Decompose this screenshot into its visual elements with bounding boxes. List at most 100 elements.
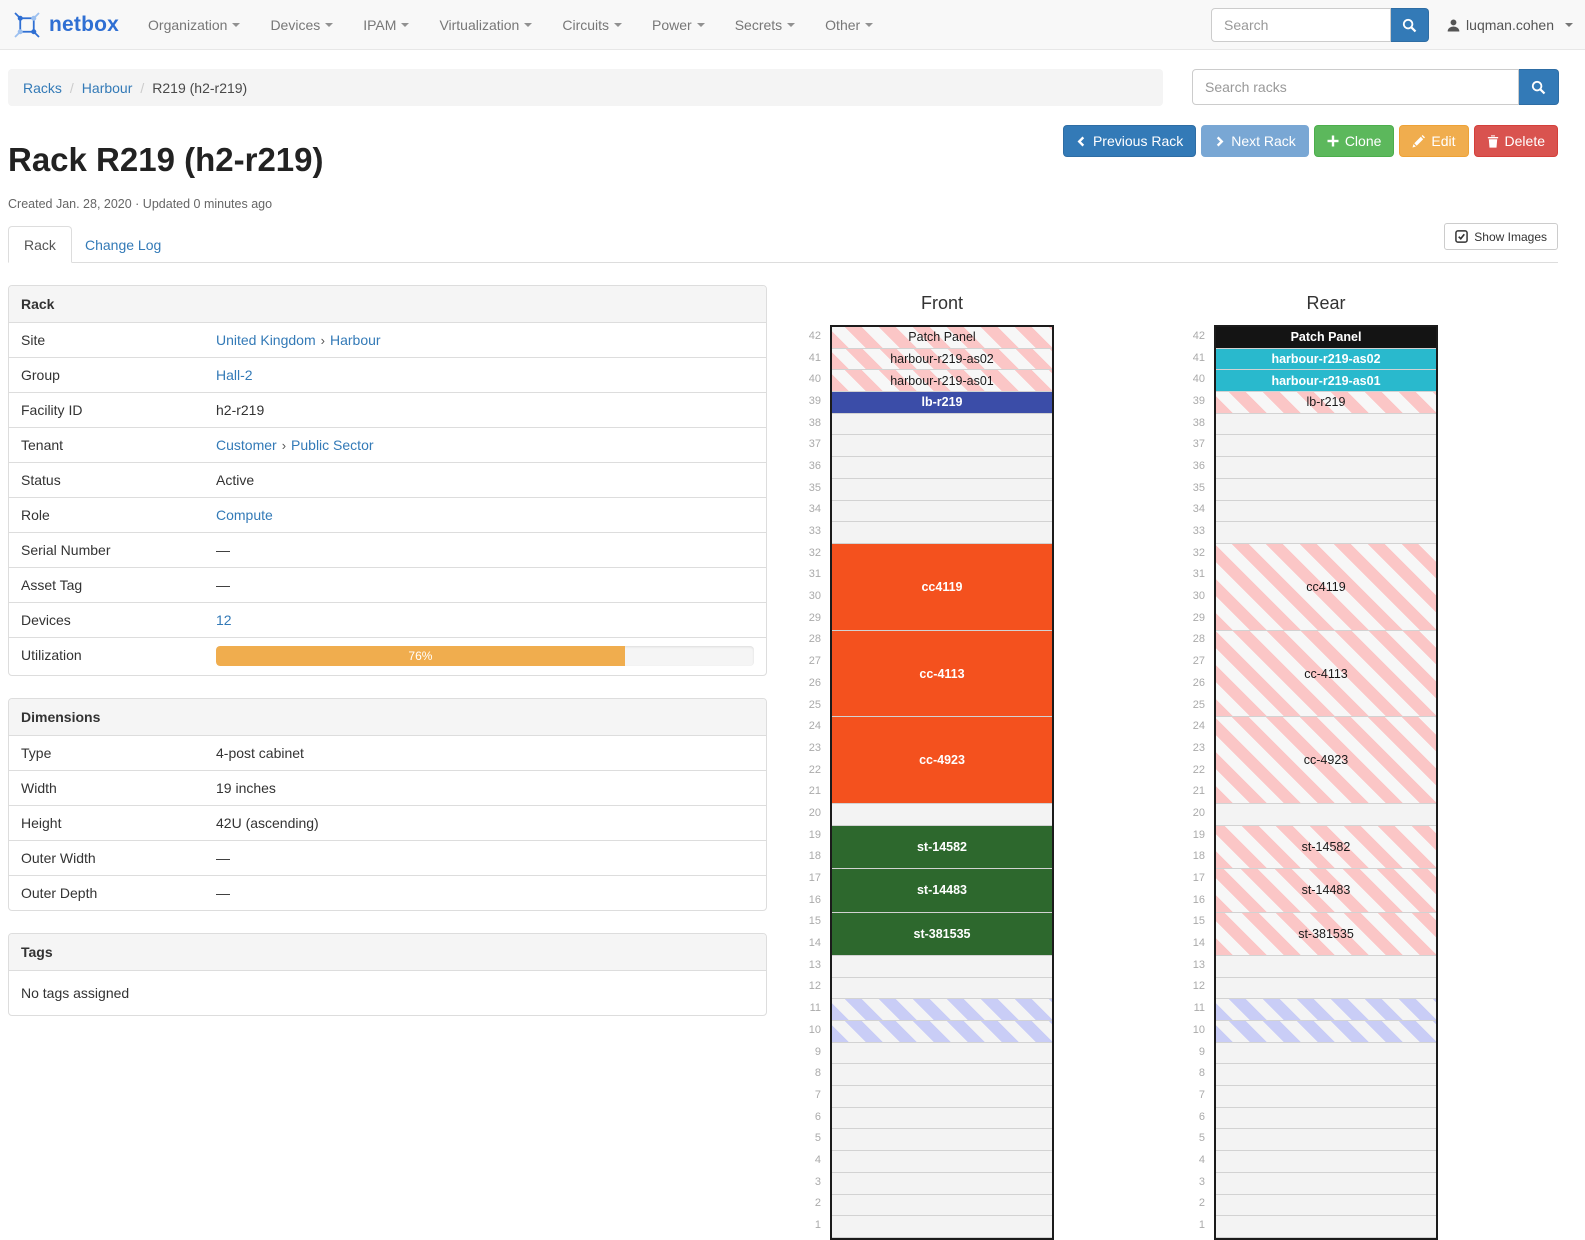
rack-unit-empty (832, 414, 1052, 436)
attr-value-link[interactable]: United Kingdom (216, 332, 316, 348)
navbar-right: luqman.cohen (1211, 0, 1573, 50)
search-icon (1531, 80, 1546, 95)
tab-change-log[interactable]: Change Log (70, 226, 176, 263)
attr-value-link[interactable]: Public Sector (291, 437, 373, 453)
nav-item-virtualization[interactable]: Virtualization (424, 0, 547, 50)
nav-item-power[interactable]: Power (637, 0, 720, 50)
rack-unit-empty (1216, 522, 1436, 544)
global-search-input[interactable] (1211, 8, 1391, 42)
nav-item-ipam[interactable]: IPAM (348, 0, 424, 50)
delete-button[interactable]: Delete (1474, 125, 1558, 157)
unit-number: 22 (1184, 759, 1214, 781)
rack-device[interactable]: lb-r219 (1216, 392, 1436, 414)
attr-value-text: 42U (ascending) (216, 815, 319, 831)
unit-number: 30 (800, 585, 830, 607)
unit-number: 5 (1184, 1127, 1214, 1149)
unit-number: 29 (1184, 607, 1214, 629)
unit-number: 32 (800, 542, 830, 564)
unit-number: 23 (1184, 737, 1214, 759)
attr-label: Status (9, 463, 204, 497)
pencil-icon (1412, 135, 1425, 148)
nav-item-other[interactable]: Other (810, 0, 888, 50)
breadcrumb-link[interactable]: Racks (23, 80, 62, 96)
rack-device[interactable]: cc4119 (1216, 544, 1436, 631)
rack-unit-empty (832, 978, 1052, 1000)
show-images-button[interactable]: Show Images (1444, 223, 1558, 250)
rack-unit-empty (1216, 1195, 1436, 1217)
unit-number: 24 (1184, 715, 1214, 737)
rack-reserved-unit (832, 999, 1052, 1021)
nav-item-organization[interactable]: Organization (133, 0, 255, 50)
attr-value-link[interactable]: Harbour (330, 332, 381, 348)
attr-value-text: — (216, 850, 230, 866)
rack-device[interactable]: Patch Panel (1216, 327, 1436, 349)
global-search-button[interactable] (1391, 8, 1429, 42)
chevron-down-icon (1565, 23, 1573, 27)
rack-attr-table: SiteUnited Kingdom›HarbourGroupHall-2Fac… (9, 323, 766, 675)
rack-device[interactable]: st-14483 (832, 869, 1052, 912)
unit-number: 9 (1184, 1041, 1214, 1063)
attr-value-link[interactable]: Compute (216, 507, 273, 523)
attr-value: — (204, 876, 766, 910)
chevron-right-icon (1214, 135, 1225, 148)
page-title: Rack R219 (h2-r219) (8, 141, 324, 179)
nav-item-devices[interactable]: Devices (255, 0, 348, 50)
rack-device[interactable]: st-14582 (1216, 826, 1436, 869)
attr-value-link[interactable]: 12 (216, 612, 232, 628)
edit-button[interactable]: Edit (1399, 125, 1468, 157)
rack-device[interactable]: cc-4923 (1216, 717, 1436, 804)
rack-device[interactable]: st-14582 (832, 826, 1052, 869)
unit-number: 15 (800, 911, 830, 933)
attr-value: 19 inches (204, 771, 766, 805)
breadcrumb-link[interactable]: Harbour (82, 80, 133, 96)
rack-unit-empty (832, 1043, 1052, 1065)
rack-device[interactable]: Patch Panel (832, 327, 1052, 349)
rack-device[interactable]: harbour-r219-as02 (1216, 349, 1436, 371)
rack-unit-empty (1216, 1086, 1436, 1108)
nav-item-secrets[interactable]: Secrets (720, 0, 810, 50)
tab-rack[interactable]: Rack (8, 226, 72, 263)
unit-number: 35 (1184, 477, 1214, 499)
unit-number: 18 (800, 846, 830, 868)
rack-reserved-unit (832, 1021, 1052, 1043)
unit-number: 8 (1184, 1062, 1214, 1084)
rear-elevation: Rear 42414039383736353433323130292827262… (1184, 285, 1438, 1240)
front-rack: Patch Panelharbour-r219-as02harbour-r219… (830, 325, 1054, 1240)
clone-button[interactable]: Clone (1314, 125, 1395, 157)
unit-number: 16 (1184, 889, 1214, 911)
unit-number: 14 (800, 932, 830, 954)
rack-search-button[interactable] (1519, 69, 1559, 105)
unit-number: 15 (1184, 911, 1214, 933)
netbox-logo-icon (12, 10, 42, 40)
attr-row: Outer Depth— (9, 875, 766, 910)
rack-device[interactable]: cc4119 (832, 544, 1052, 631)
unit-number: 22 (800, 759, 830, 781)
chevron-down-icon (524, 23, 532, 27)
rack-search-input[interactable] (1192, 69, 1519, 105)
rack-device[interactable]: cc-4113 (832, 631, 1052, 718)
unit-number: 26 (800, 672, 830, 694)
rack-device[interactable]: st-14483 (1216, 869, 1436, 912)
rack-device[interactable]: st-381535 (832, 913, 1052, 956)
attr-value-link[interactable]: Hall-2 (216, 367, 253, 383)
unit-number: 14 (1184, 932, 1214, 954)
attr-value: — (204, 533, 766, 567)
next-rack-button[interactable]: Next Rack (1201, 125, 1309, 157)
rack-unit-empty (832, 1108, 1052, 1130)
user-menu[interactable]: luqman.cohen (1447, 17, 1573, 33)
netbox-brand[interactable]: netbox (0, 10, 133, 40)
nav-item-circuits[interactable]: Circuits (547, 0, 637, 50)
rack-device[interactable]: st-381535 (1216, 913, 1436, 956)
attr-label: Utilization (9, 638, 204, 675)
rack-device[interactable]: cc-4113 (1216, 631, 1436, 718)
rack-device[interactable]: harbour-r219-as01 (832, 370, 1052, 392)
rack-device[interactable]: harbour-r219-as01 (1216, 370, 1436, 392)
rack-device[interactable]: lb-r219 (832, 392, 1052, 414)
rack-device[interactable]: harbour-r219-as02 (832, 349, 1052, 371)
attr-value-link[interactable]: Customer (216, 437, 277, 453)
rack-unit-empty (1216, 1108, 1436, 1130)
chevron-down-icon (232, 23, 240, 27)
previous-rack-button[interactable]: Previous Rack (1063, 125, 1196, 157)
attr-label: Outer Width (9, 841, 204, 875)
rack-device[interactable]: cc-4923 (832, 717, 1052, 804)
